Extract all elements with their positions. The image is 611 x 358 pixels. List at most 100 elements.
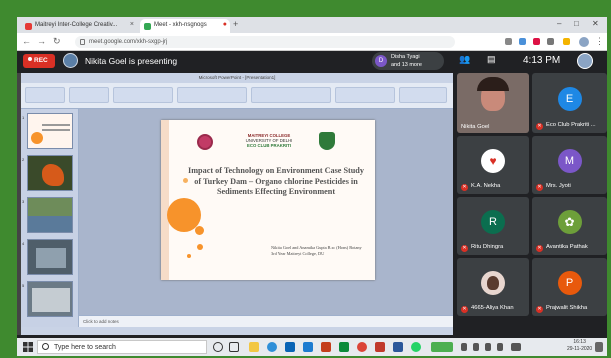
meet-top-bar: REC Nikita Goel is presenting D Disha Ty… [17, 51, 607, 71]
windows-start-icon[interactable] [23, 342, 33, 352]
url-field[interactable]: meet.google.com/xkh-sxgp-jrj [75, 36, 455, 48]
tab-meet[interactable]: Meet - xkh-nsgnogs ● [140, 19, 230, 33]
store-icon[interactable] [285, 342, 295, 352]
avatar: P [557, 271, 582, 295]
participant-name: Ritu Dhingra [471, 244, 504, 250]
participant-tile-mrs-jyoti[interactable]: M ✕ Mrs. Jyoti [532, 136, 607, 194]
app-icon[interactable] [339, 342, 349, 352]
edge-icon[interactable] [267, 342, 277, 352]
maximize-icon[interactable]: □ [574, 19, 579, 28]
whatsapp-icon[interactable] [411, 342, 421, 352]
ribbon-group[interactable] [177, 87, 247, 103]
menu-kebab-icon[interactable]: ⋮ [595, 36, 604, 47]
ribbon-group[interactable] [69, 87, 109, 103]
language-icon[interactable] [511, 343, 521, 351]
task-view-icon[interactable] [229, 342, 239, 352]
browser-tab-bar: Maitreyi Inter-College Creativ... × Meet… [17, 17, 607, 33]
taskbar-date: 29-11-2020 [567, 346, 593, 352]
reload-icon[interactable]: ↻ [53, 36, 61, 47]
app-icon[interactable] [321, 342, 331, 352]
slide-number: 4 [22, 241, 25, 246]
extension-icon[interactable] [533, 38, 540, 45]
address-bar-row: ← → ↻ meet.google.com/xkh-sxgp-jrj ⋮ [17, 33, 607, 51]
close-tab-icon[interactable]: × [130, 21, 134, 28]
tray-icon[interactable] [461, 343, 467, 351]
ribbon-group[interactable] [399, 87, 447, 103]
chat-icon[interactable]: ▤ [487, 54, 496, 65]
participant-tile-nikita-goel[interactable]: Nikita Goel [457, 73, 529, 133]
participant-tile-ritu-dhingra[interactable]: R ✕ Ritu Dhingra [457, 197, 529, 255]
network-icon[interactable] [485, 343, 491, 351]
ribbon-group[interactable] [113, 87, 173, 103]
slide-thumbnail[interactable] [27, 197, 73, 233]
mic-off-icon: ✕ [536, 123, 543, 130]
slide-thumbnail[interactable] [27, 155, 73, 191]
taskbar-time: 16:13 [573, 339, 586, 345]
ribbon-group[interactable] [335, 87, 395, 103]
people-icon[interactable]: 👥 [459, 54, 470, 65]
lock-icon [80, 39, 85, 45]
slide-title: Impact of Technology on Environment Case… [188, 166, 364, 196]
mail-icon[interactable] [303, 342, 313, 352]
participant-tile-aliya-khan[interactable]: ✕ 4665-Aliya Khan [457, 258, 529, 316]
slide-thumbnail[interactable] [27, 113, 73, 149]
taskbar-search-input[interactable]: Type here to search [37, 340, 207, 354]
volume-icon[interactable] [497, 343, 503, 351]
ribbon-group[interactable] [251, 87, 331, 103]
tab-title: Maitreyi Inter-College Creativ... [35, 22, 118, 28]
notifications-icon[interactable] [595, 342, 603, 352]
participant-tile-avantika-pathak[interactable]: ✿ ✕ Avantika Pathak [532, 197, 607, 255]
person-photo [487, 276, 499, 290]
extension-icon[interactable] [519, 38, 526, 45]
participant-tile-ka-nekha[interactable]: ♥ ✕ K.A. Nekha [457, 136, 529, 194]
tab-favicon-icon [25, 23, 32, 30]
profile-avatar[interactable] [579, 37, 589, 47]
ribbon-group[interactable] [25, 87, 65, 103]
slide-editor-area: MAITREYI COLLEGE UNIVERSITY OF DELHI ECO… [79, 109, 453, 315]
chrome-icon[interactable] [357, 342, 367, 352]
tab-college[interactable]: Maitreyi Inter-College Creativ... × [21, 19, 137, 33]
avatar [481, 271, 505, 295]
slide-side-stripe [161, 120, 169, 280]
minimize-icon[interactable]: – [557, 19, 561, 28]
extension-icon[interactable] [505, 38, 512, 45]
windows-taskbar: Type here to search 16:13 29-11-2020 [17, 338, 607, 356]
extension-icon[interactable] [563, 38, 570, 45]
self-avatar[interactable] [577, 53, 593, 69]
extension-icon[interactable] [547, 38, 554, 45]
participants-pill[interactable]: D Disha Tyagi and 13 more [372, 52, 444, 70]
participant-tile-prajwalit-shikha[interactable]: P ✕ Prajwalit Shikha [532, 258, 607, 316]
heart-icon: ♥ [489, 154, 497, 168]
participant-name: Prajwalit Shikha [546, 305, 588, 311]
close-window-icon[interactable]: ✕ [592, 19, 599, 28]
participant-name: 4665-Aliya Khan [471, 305, 514, 311]
cortana-icon[interactable] [213, 342, 223, 352]
back-icon[interactable]: ← [22, 36, 31, 46]
tab-title: Meet - xkh-nsgnogs [154, 22, 207, 28]
slide-thumbnail[interactable] [27, 239, 73, 275]
forward-icon[interactable]: → [37, 36, 46, 46]
shared-screen: Microsoft PowerPoint - [Presentation1] 1… [17, 73, 453, 335]
screen: Maitreyi Inter-College Creativ... × Meet… [17, 17, 607, 356]
slide-thumbnail[interactable] [27, 281, 73, 317]
ppt-status-bar [21, 327, 453, 335]
participant-tile-eco-club[interactable]: E ✕ Eco Club Prakriti ... [532, 73, 607, 133]
mic-off-icon: ✕ [536, 184, 543, 191]
mic-off-icon: ✕ [536, 245, 543, 252]
avatar: E [557, 87, 582, 111]
tray-icon[interactable] [473, 343, 479, 351]
avatar: D [375, 55, 387, 67]
rec-dot-icon [28, 57, 32, 61]
file-explorer-icon[interactable] [249, 342, 259, 352]
powerpoint-icon[interactable] [375, 342, 385, 352]
presenting-text: Nikita Goel is presenting [85, 56, 178, 66]
notes-pane[interactable]: Click to add notes [79, 315, 453, 327]
participant-name: Avantika Pathak [546, 244, 588, 250]
avatar: M [557, 149, 582, 173]
new-tab-button[interactable]: + [233, 19, 238, 29]
word-icon[interactable] [393, 342, 403, 352]
slide-number: 3 [22, 199, 25, 204]
slide-thumbnail-pane: 1 2 3 4 5 [21, 109, 79, 327]
taskbar-clock[interactable]: 16:13 29-11-2020 [567, 339, 592, 353]
green-photo-frame: Maitreyi Inter-College Creativ... × Meet… [0, 0, 611, 358]
